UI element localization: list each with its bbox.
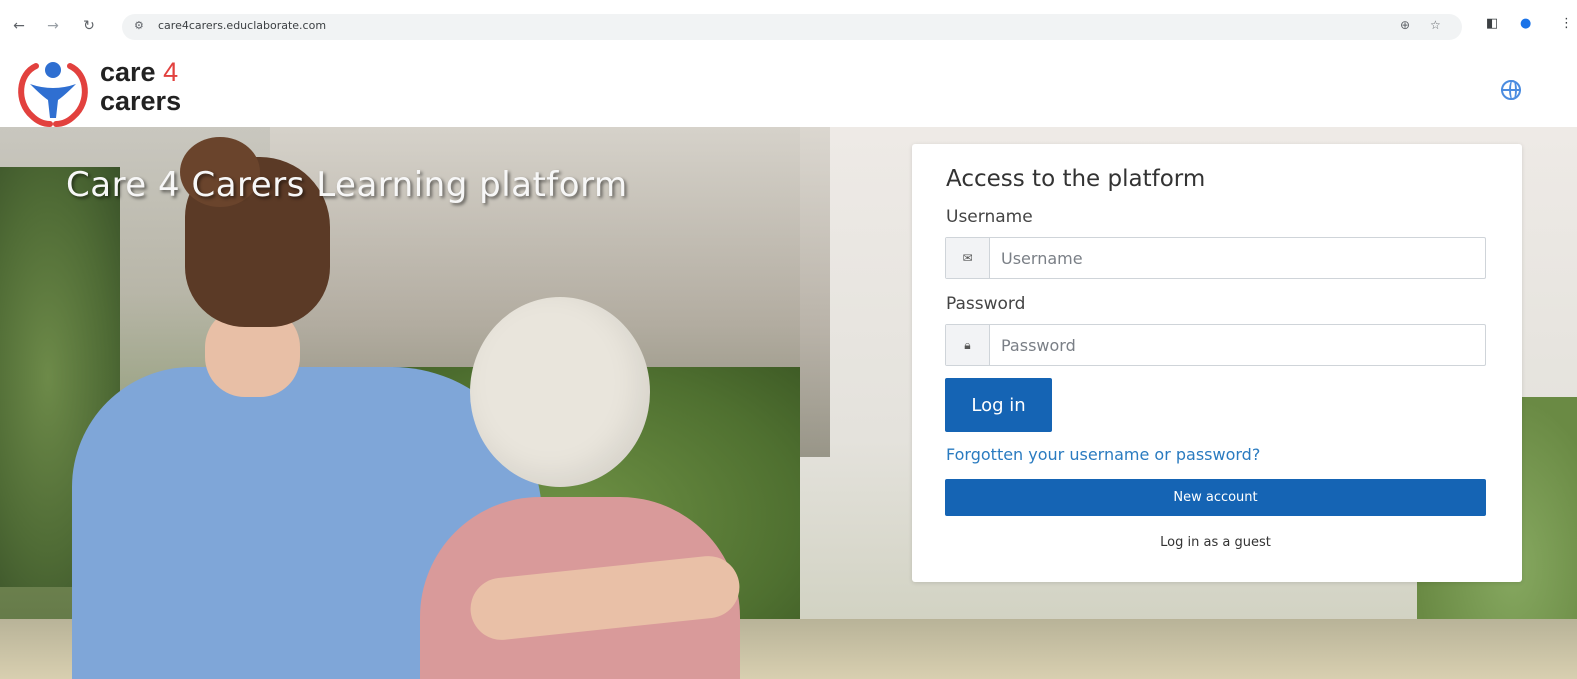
translate-icon[interactable]: ⊕ [1400,18,1410,32]
logo-four: 4 [163,57,179,87]
address-url[interactable]: care4carers.educlaborate.com [158,19,326,32]
login-heading: Access to the platform [946,166,1206,192]
username-field[interactable]: ✉ [945,237,1486,279]
care4carers-logo-icon[interactable] [14,56,92,128]
globe-icon[interactable] [1501,80,1521,100]
forward-icon[interactable]: → [44,17,62,35]
password-input[interactable] [991,325,1485,365]
address-bar[interactable]: ⚙ care4carers.educlaborate.com ⊕ ☆ [122,14,1462,40]
site-info-icon[interactable]: ⚙ [134,19,144,32]
password-field[interactable]: 🔒︎ [945,324,1486,366]
password-label: Password [946,294,1026,314]
back-icon[interactable]: ← [10,17,28,35]
login-button[interactable]: Log in [945,378,1052,432]
elder-hair [470,297,650,487]
guest-login-link[interactable]: Log in as a guest [945,535,1486,550]
sidepanel-icon[interactable]: ◧ [1486,16,1498,31]
new-account-button[interactable]: New account [945,479,1486,516]
profile-icon[interactable]: ● [1520,16,1531,31]
envelope-icon: ✉ [946,238,990,278]
username-label: Username [946,207,1033,227]
menu-icon[interactable]: ⋮ [1560,16,1573,31]
site-header: care 4 carers [0,52,1577,127]
lock-icon: 🔒︎ [946,325,990,365]
logo-line2: carers [100,86,182,116]
star-icon[interactable]: ☆ [1430,18,1441,32]
hero-section: Care 4 Carers Learning platform Access t… [0,127,1577,679]
reload-icon[interactable]: ↻ [80,17,98,35]
username-input[interactable] [991,238,1485,278]
browser-toolbar: ← → ↻ ⚙ care4carers.educlaborate.com ⊕ ☆… [0,0,1577,52]
hero-title: Care 4 Carers Learning platform [66,165,628,205]
logo-text[interactable]: care 4 carers [100,58,181,116]
login-card: Access to the platform Username ✉ Passwo… [912,144,1522,582]
logo-line1: care [100,57,164,87]
forgot-password-link[interactable]: Forgotten your username or password? [946,445,1260,464]
